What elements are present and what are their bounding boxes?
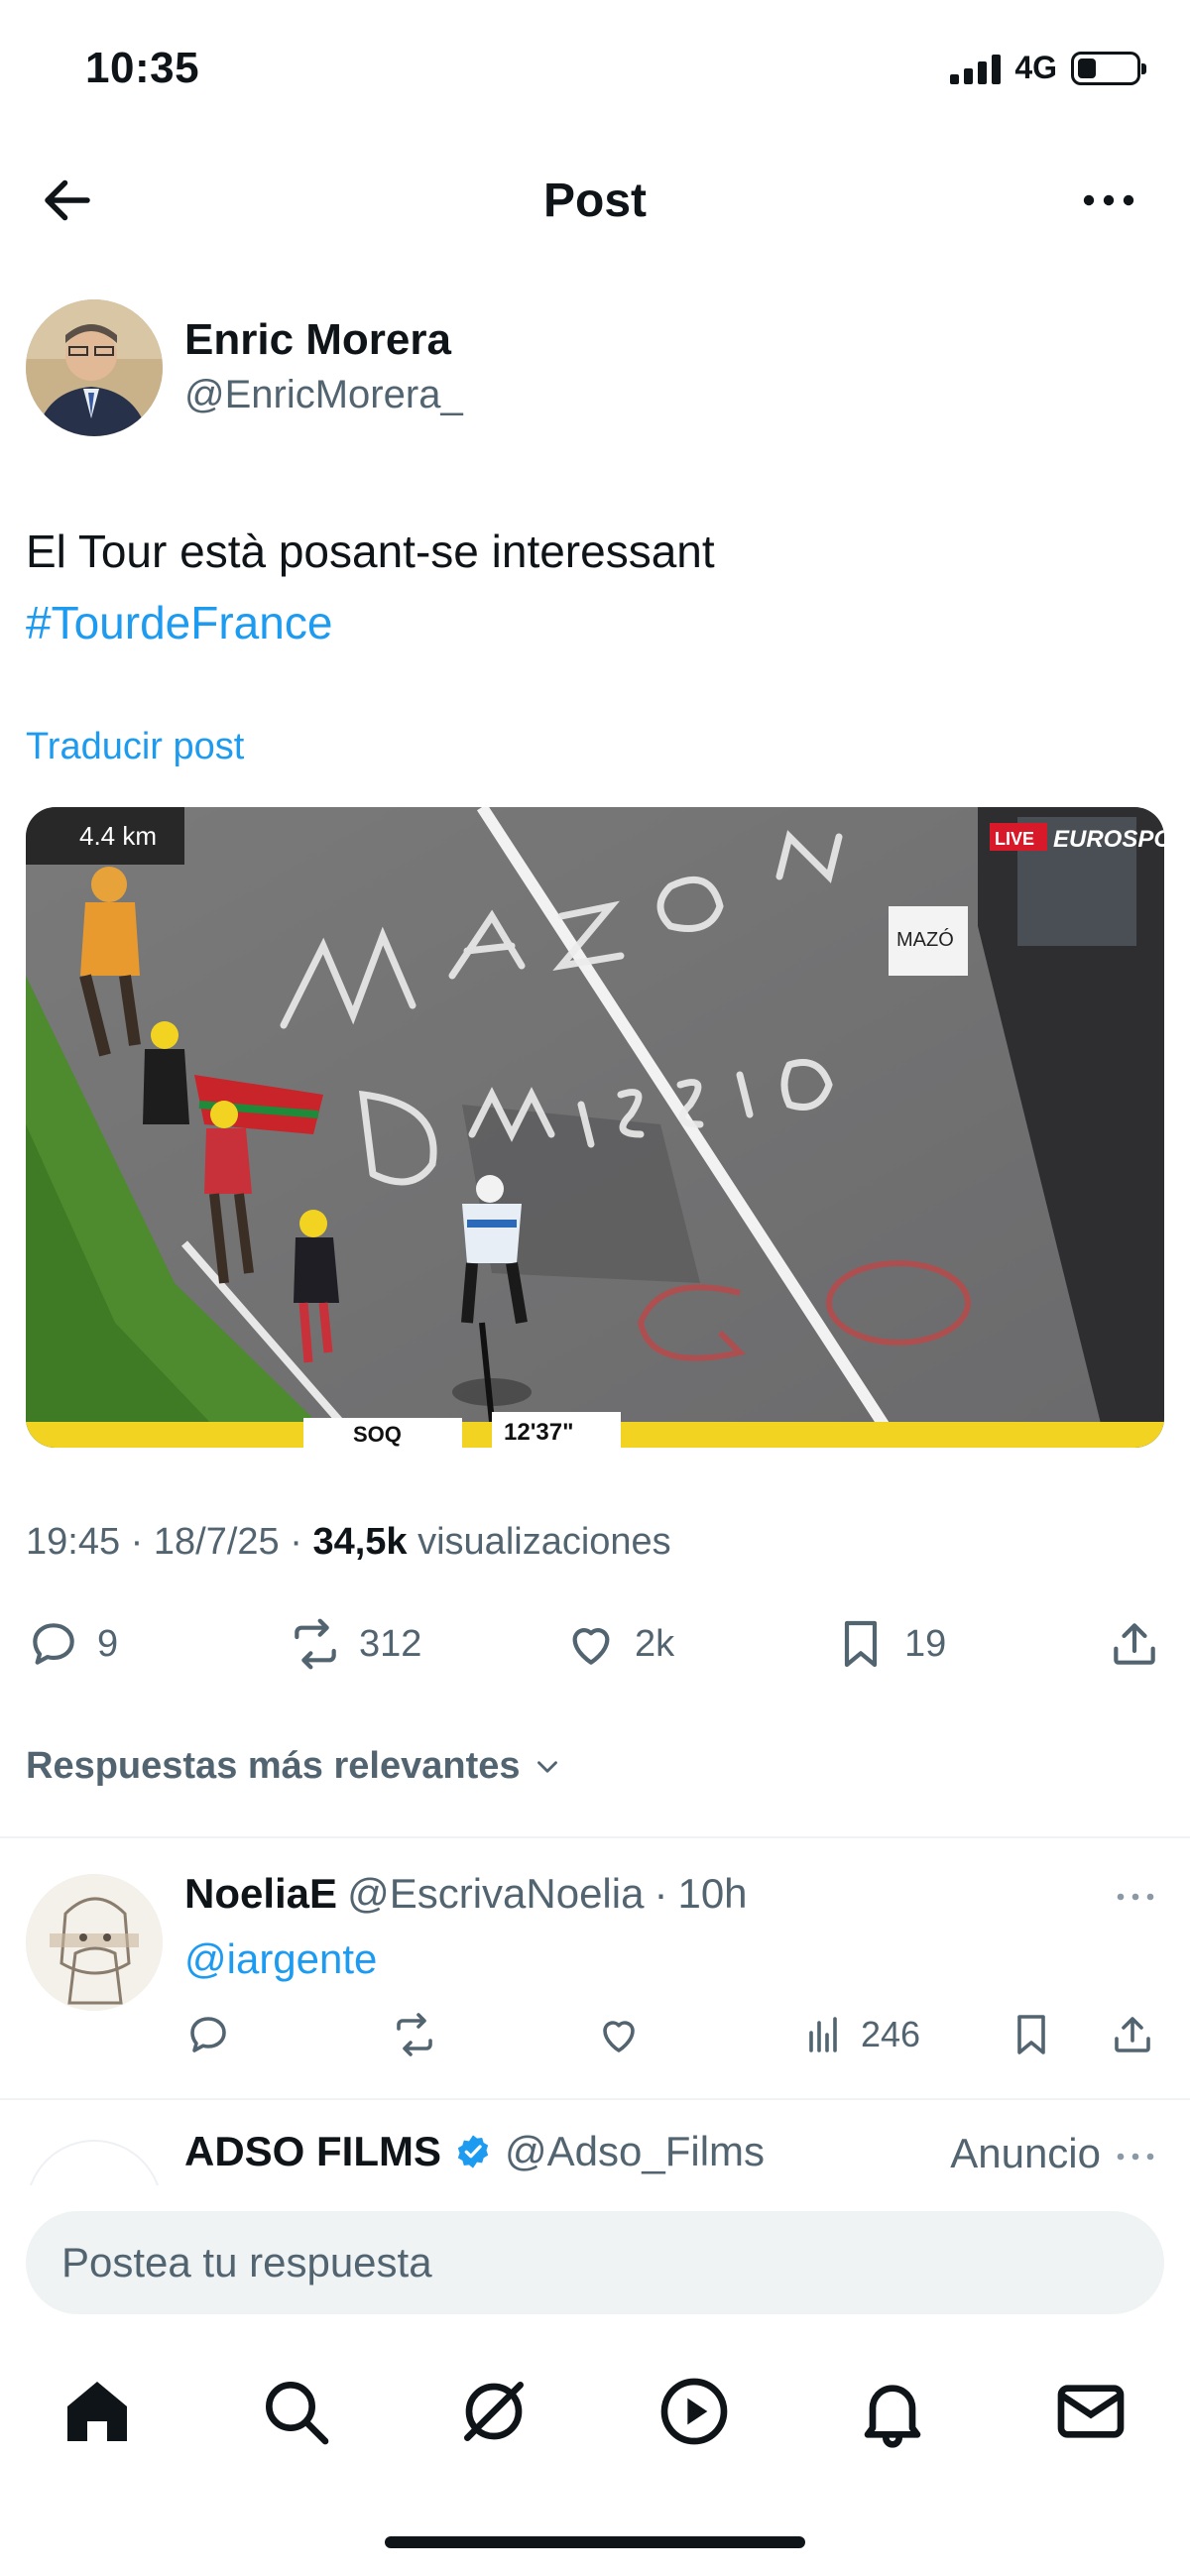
reply-header: NoeliaE @EscrivaNoelia · 10h — [184, 1870, 748, 1918]
share-button[interactable] — [1107, 1616, 1162, 1672]
media-sign-text: MAZÓ — [896, 928, 954, 951]
reply-like-button[interactable] — [595, 2011, 643, 2058]
divider — [0, 1836, 1190, 1838]
reply-share-button[interactable] — [1109, 2011, 1156, 2058]
ad-label: Anuncio — [950, 2130, 1101, 2176]
share-icon — [1114, 1623, 1155, 1665]
video-icon[interactable] — [654, 2372, 734, 2451]
grok-icon[interactable] — [454, 2372, 534, 2451]
meta-separator: · — [290, 1521, 302, 1563]
like-count: 2k — [635, 1622, 675, 1665]
post-text: El Tour està posant-se interessant #Tour… — [26, 516, 1156, 658]
heart-icon — [603, 2021, 635, 2052]
status-time: 10:35 — [85, 44, 200, 92]
reply-button[interactable]: 9 — [26, 1616, 118, 1672]
search-icon[interactable] — [256, 2372, 335, 2451]
home-icon[interactable] — [58, 2372, 137, 2451]
reply-icon — [33, 1623, 74, 1665]
reply-icon — [190, 2017, 226, 2052]
post-body: El Tour està posant-se interessant — [26, 526, 715, 577]
reply-separator: · — [654, 1870, 668, 1917]
post-date: 18/7/25 — [153, 1521, 280, 1563]
reply-author-handle[interactable]: @EscrivaNoelia — [347, 1870, 644, 1918]
media-distance: 4.4 km — [79, 821, 157, 851]
verified-badge-icon — [457, 2135, 489, 2168]
repost-icon — [295, 1618, 336, 1670]
hashtag-link[interactable]: #TourdeFrance — [26, 587, 1156, 658]
meta-separator: · — [130, 1521, 144, 1563]
page-title: Post — [542, 175, 647, 227]
repost-icon — [397, 2013, 432, 2056]
reply-count: 9 — [97, 1622, 119, 1665]
signal-icon — [950, 53, 1002, 84]
reply-reply-button[interactable] — [184, 2011, 232, 2058]
bookmark-icon — [844, 1620, 878, 1668]
media-time-gap: 12'37" — [504, 1419, 573, 1446]
messages-icon[interactable] — [1051, 2372, 1130, 2451]
reply-views-count: 246 — [861, 2014, 921, 2054]
media-country-code: SOQ — [353, 1422, 402, 1447]
chevron-down-icon — [536, 1760, 557, 1773]
bookmark-icon — [1017, 2015, 1045, 2054]
status-indicators: 4G — [950, 50, 1146, 86]
post-media-image[interactable]: MAZÓ 4.4 km LIVE EUROSPO SOQ 12'37" — [26, 807, 1164, 1448]
reply-input[interactable] — [26, 2211, 1164, 2314]
home-indicator — [385, 2536, 805, 2548]
reply-bookmark-button[interactable] — [1008, 2011, 1055, 2058]
ad-header: ADSO FILMS @Adso_Films — [184, 2128, 765, 2175]
reply-repost-button[interactable] — [391, 2011, 438, 2058]
author-name[interactable]: Enric Morera — [184, 315, 451, 365]
bookmark-count: 19 — [904, 1622, 947, 1665]
reply-author-name[interactable]: NoeliaE — [184, 1870, 337, 1918]
ad-more-icon[interactable] — [1111, 2142, 1160, 2171]
views-label: visualizaciones — [417, 1521, 671, 1563]
like-button[interactable]: 2k — [563, 1616, 674, 1672]
heart-icon — [572, 1628, 610, 1665]
reply-age: 10h — [677, 1870, 748, 1917]
bookmark-button[interactable]: 19 — [833, 1616, 946, 1672]
post-time: 19:45 — [26, 1521, 121, 1563]
ad-avatar[interactable] — [26, 2140, 163, 2185]
author-handle[interactable]: @EnricMorera_ — [184, 373, 463, 417]
repost-button[interactable]: 312 — [288, 1616, 421, 1672]
network-label: 4G — [1014, 50, 1057, 85]
share-icon — [1115, 2017, 1150, 2052]
views-count: 34,5k — [312, 1521, 408, 1563]
reply-more-icon[interactable] — [1111, 1882, 1160, 1912]
battery-icon — [1071, 51, 1146, 85]
views-icon — [809, 2017, 837, 2052]
media-broadcaster: EUROSPO — [1053, 826, 1164, 853]
replies-sort-label: Respuestas más relevantes — [26, 1745, 521, 1787]
reply-composer[interactable] — [26, 2211, 1164, 2314]
repost-count: 312 — [359, 1622, 422, 1665]
reply-avatar[interactable] — [26, 1874, 163, 2011]
reply-views-button[interactable]: 246 — [801, 2011, 920, 2058]
ad-author-name[interactable]: ADSO FILMS — [184, 2128, 441, 2175]
ad-post[interactable]: ADSO FILMS @Adso_Films Anuncio — [0, 2100, 1190, 2185]
media-live-badge: LIVE — [995, 829, 1034, 849]
replies-sort-dropdown[interactable]: Respuestas más relevantes — [26, 1745, 564, 1788]
post-meta: 19:45 · 18/7/25 · 34,5k visualizaciones — [26, 1521, 671, 1564]
translate-post-link[interactable]: Traducir post — [26, 726, 244, 768]
reply-text-mention[interactable]: @iargente — [184, 1935, 377, 1983]
more-options-icon[interactable] — [1079, 180, 1138, 220]
author-avatar[interactable] — [26, 299, 163, 436]
notifications-icon[interactable] — [853, 2372, 932, 2451]
ad-author-handle[interactable]: @Adso_Films — [505, 2128, 765, 2175]
